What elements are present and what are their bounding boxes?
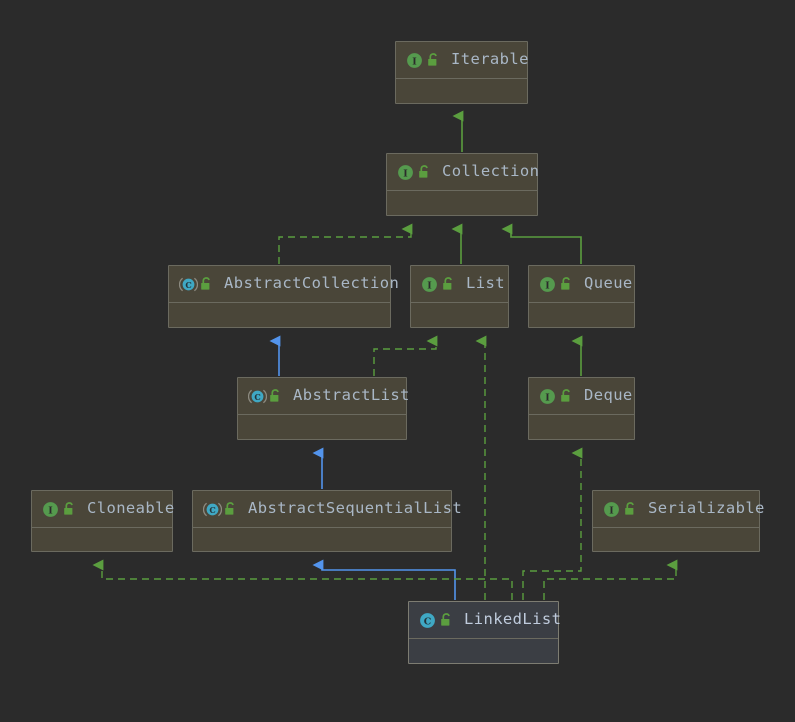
node-title-cloneable: Cloneable bbox=[87, 499, 175, 518]
uml-node-collection[interactable]: I Collection bbox=[386, 153, 540, 216]
svg-text:I: I bbox=[412, 56, 417, 67]
interface-icon: I bbox=[539, 388, 556, 405]
node-header-abstractlist[interactable]: C AbstractList bbox=[238, 378, 409, 415]
node-header-linkedlist[interactable]: C LinkedList bbox=[409, 602, 562, 639]
interface-icon: I bbox=[397, 164, 414, 181]
node-body-list bbox=[411, 303, 508, 328]
abstract-class-icon: C bbox=[179, 276, 198, 293]
node-header-serializable[interactable]: I Serializable bbox=[593, 491, 764, 528]
unlocked-icon bbox=[559, 388, 574, 404]
uml-node-linkedlist[interactable]: C LinkedList bbox=[408, 601, 562, 664]
node-body-collection bbox=[387, 191, 537, 216]
svg-text:I: I bbox=[427, 280, 432, 291]
uml-node-abstractsequentiallist[interactable]: C AbstractSequentialList bbox=[192, 490, 462, 553]
node-title-list: List bbox=[466, 274, 505, 293]
abstract-class-icon: C bbox=[248, 388, 267, 405]
interface-icon: I bbox=[603, 501, 620, 518]
node-header-queue[interactable]: I Queue bbox=[529, 266, 634, 303]
svg-text:C: C bbox=[254, 391, 260, 401]
node-header-deque[interactable]: I Deque bbox=[529, 378, 634, 415]
node-body-abstractsequentiallist bbox=[193, 528, 451, 553]
node-body-serializable bbox=[593, 528, 759, 553]
node-body-deque bbox=[529, 415, 634, 440]
node-title-collection: Collection bbox=[442, 162, 540, 181]
class-icon: C bbox=[419, 612, 436, 629]
node-header-cloneable[interactable]: I Cloneable bbox=[32, 491, 175, 528]
node-header-abstractcollection[interactable]: C AbstractCollection bbox=[169, 266, 399, 303]
node-header-abstractsequentiallist[interactable]: C AbstractSequentialList bbox=[193, 491, 462, 528]
node-layer: I Iterable I Collection C AbstractCollection I… bbox=[0, 0, 795, 722]
node-body-linkedlist bbox=[409, 639, 558, 664]
node-body-abstractcollection bbox=[169, 303, 390, 328]
uml-node-abstractcollection[interactable]: C AbstractCollection bbox=[168, 265, 399, 328]
interface-icon: I bbox=[539, 276, 556, 293]
unlocked-icon bbox=[559, 276, 574, 292]
node-header-list[interactable]: I List bbox=[411, 266, 508, 303]
uml-node-serializable[interactable]: I Serializable bbox=[592, 490, 764, 553]
node-title-serializable: Serializable bbox=[648, 499, 765, 518]
node-body-iterable bbox=[396, 79, 527, 104]
interface-icon: I bbox=[421, 276, 438, 293]
unlocked-icon bbox=[62, 501, 77, 517]
node-title-iterable: Iterable bbox=[451, 50, 529, 69]
uml-node-iterable[interactable]: I Iterable bbox=[395, 41, 528, 104]
unlocked-icon bbox=[439, 612, 454, 628]
interface-icon: I bbox=[406, 52, 423, 69]
unlocked-icon bbox=[441, 276, 456, 292]
uml-node-queue[interactable]: I Queue bbox=[528, 265, 635, 328]
svg-text:I: I bbox=[403, 168, 408, 179]
unlocked-icon bbox=[426, 52, 441, 68]
unlocked-icon bbox=[417, 164, 432, 180]
node-body-abstractlist bbox=[238, 415, 406, 440]
unlocked-icon bbox=[223, 501, 238, 517]
svg-text:C: C bbox=[209, 504, 215, 514]
unlocked-icon bbox=[268, 388, 283, 404]
node-title-linkedlist: LinkedList bbox=[464, 610, 562, 629]
svg-text:I: I bbox=[609, 505, 614, 516]
node-header-iterable[interactable]: I Iterable bbox=[396, 42, 529, 79]
node-body-queue bbox=[529, 303, 634, 328]
svg-text:I: I bbox=[48, 505, 53, 516]
abstract-class-icon: C bbox=[203, 501, 222, 518]
uml-node-cloneable[interactable]: I Cloneable bbox=[31, 490, 175, 553]
node-title-deque: Deque bbox=[584, 386, 633, 405]
svg-text:I: I bbox=[545, 280, 550, 291]
node-title-queue: Queue bbox=[584, 274, 633, 293]
node-title-abstractcollection: AbstractCollection bbox=[224, 274, 400, 293]
svg-text:C: C bbox=[185, 279, 191, 289]
uml-node-list[interactable]: I List bbox=[410, 265, 509, 328]
node-title-abstractsequentiallist: AbstractSequentialList bbox=[248, 499, 463, 518]
svg-text:C: C bbox=[424, 616, 432, 627]
node-body-cloneable bbox=[32, 528, 172, 553]
uml-node-deque[interactable]: I Deque bbox=[528, 377, 635, 440]
node-header-collection[interactable]: I Collection bbox=[387, 154, 540, 191]
node-title-abstractlist: AbstractList bbox=[293, 386, 410, 405]
unlocked-icon bbox=[199, 276, 214, 292]
unlocked-icon bbox=[623, 501, 638, 517]
uml-class-diagram[interactable]: I Iterable I Collection C AbstractCollection I… bbox=[0, 0, 795, 722]
uml-node-abstractlist[interactable]: C AbstractList bbox=[237, 377, 409, 440]
svg-text:I: I bbox=[545, 392, 550, 403]
interface-icon: I bbox=[42, 501, 59, 518]
